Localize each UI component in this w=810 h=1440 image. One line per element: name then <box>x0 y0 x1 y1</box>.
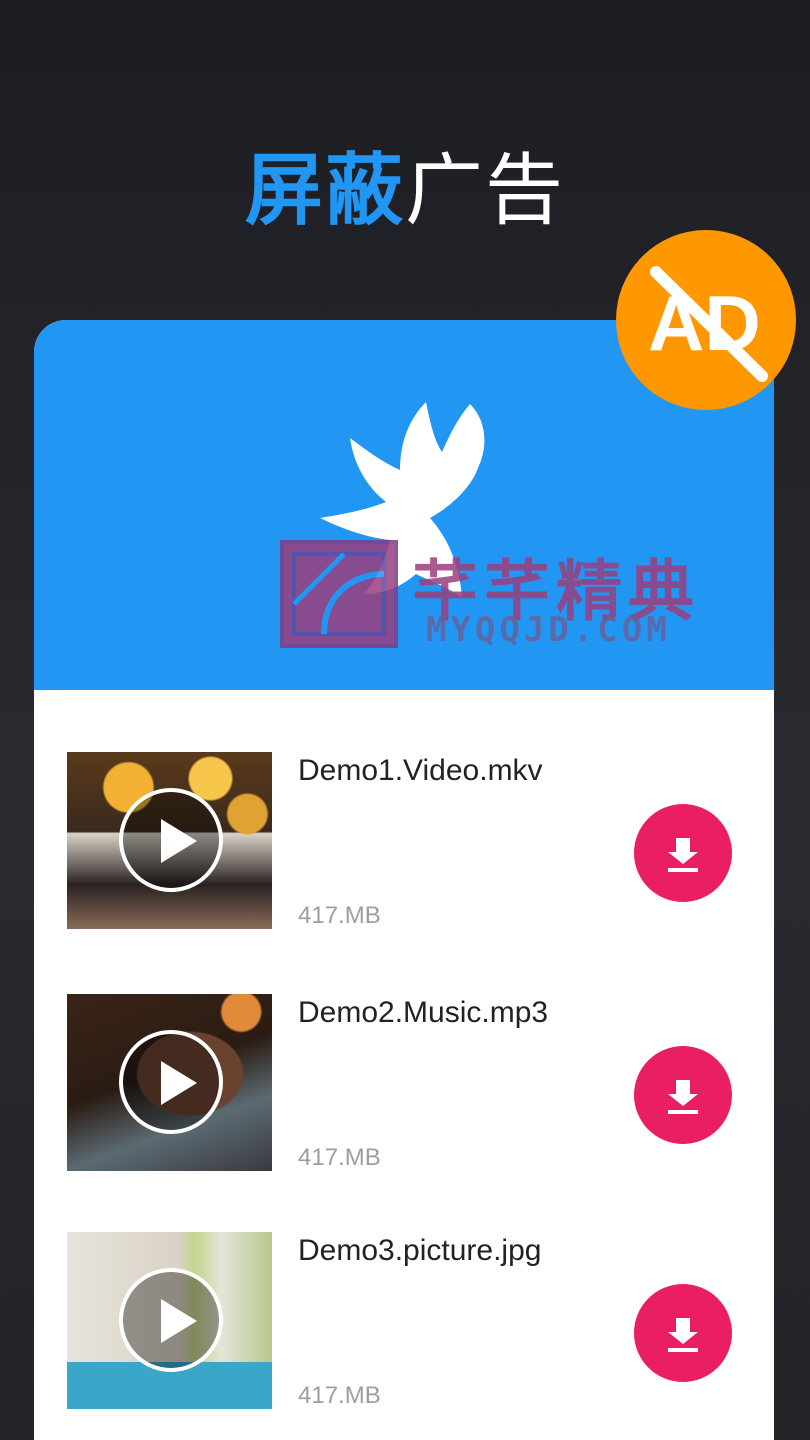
file-name: Demo1.Video.mkv <box>298 754 543 787</box>
list-item[interactable]: Demo3.picture.jpg 417.MB <box>34 1232 774 1412</box>
headline-accent: 屏蔽 <box>244 146 405 236</box>
download-button[interactable] <box>634 804 732 902</box>
file-name: Demo2.Music.mp3 <box>298 996 549 1029</box>
video-thumbnail[interactable] <box>67 752 272 929</box>
file-size: 417.MB <box>298 902 381 929</box>
file-name: Demo3.picture.jpg <box>298 1234 542 1267</box>
ad-block-icon: AD <box>648 266 768 382</box>
headline: 屏蔽广告 <box>0 128 810 240</box>
play-icon[interactable] <box>119 1268 223 1372</box>
download-icon <box>668 838 698 872</box>
play-icon[interactable] <box>119 1030 223 1134</box>
download-icon <box>668 1080 698 1114</box>
video-thumbnail[interactable] <box>67 1232 272 1409</box>
watermark-url: MYQQJD.COM <box>426 610 671 650</box>
watermark: 芊芊精典 MYQQJD.COM <box>280 538 720 654</box>
download-icon <box>668 1318 698 1352</box>
headline-rest: 广告 <box>405 146 566 236</box>
watermark-logo <box>280 540 398 648</box>
app-preview-card: 芊芊精典 MYQQJD.COM Demo1.Video.mkv 417.MB D… <box>34 320 774 1440</box>
download-button[interactable] <box>634 1046 732 1144</box>
play-icon[interactable] <box>119 788 223 892</box>
video-thumbnail[interactable] <box>67 994 272 1171</box>
file-size: 417.MB <box>298 1382 381 1409</box>
ad-block-badge: AD <box>616 230 796 410</box>
list-item[interactable]: Demo1.Video.mkv 417.MB <box>34 752 774 932</box>
file-size: 417.MB <box>298 1144 381 1171</box>
list-item[interactable]: Demo2.Music.mp3 417.MB <box>34 994 774 1174</box>
download-button[interactable] <box>634 1284 732 1382</box>
